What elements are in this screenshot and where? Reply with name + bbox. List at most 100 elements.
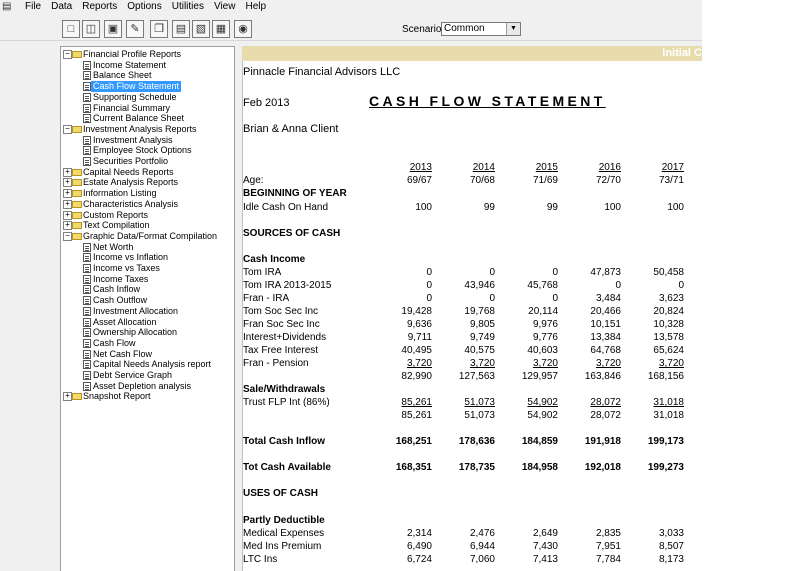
export-icon[interactable]: ▧ (192, 20, 210, 38)
table-cell: 9,711 (407, 332, 432, 343)
tree-item[interactable]: + Text Compilation (61, 220, 234, 231)
new-icon[interactable]: □ (62, 20, 80, 38)
tree-item[interactable]: Income vs Inflation (61, 252, 234, 263)
camera-icon[interactable]: ◉ (234, 20, 252, 38)
table-cell: 28,072 (590, 410, 621, 421)
tree-item-label: Net Cash Flow (93, 348, 153, 359)
tree-item[interactable]: − Financial Profile Reports (61, 49, 234, 60)
tree-item[interactable]: Investment Allocation (61, 306, 234, 317)
tree-item[interactable]: Financial Summary (61, 103, 234, 114)
table-cell: 40,495 (401, 345, 432, 356)
report-icon[interactable]: ▤ (172, 20, 190, 38)
document-icon (83, 253, 91, 263)
tree-item[interactable]: + Information Listing (61, 188, 234, 199)
row-label: Tom IRA (243, 267, 282, 278)
expand-icon[interactable]: + (63, 189, 72, 199)
table-cell: 199,273 (647, 462, 684, 473)
tree-item[interactable]: + Characteristics Analysis (61, 199, 234, 210)
table-cell: 28,072 (590, 397, 621, 408)
tree-item[interactable]: Income Statement (61, 60, 234, 71)
row-label: Total Cash Inflow (243, 436, 326, 447)
menu-data[interactable]: Data (46, 1, 77, 13)
table-cell: 7,784 (595, 554, 621, 565)
table-cell: 100 (415, 202, 432, 213)
table-cell: 54,902 (527, 410, 558, 421)
tree-item[interactable]: Income vs Taxes (61, 263, 234, 274)
table-cell: 9,749 (469, 332, 495, 343)
row-label: Idle Cash On Hand (243, 202, 329, 213)
document-icon (83, 371, 91, 380)
tree-item[interactable]: Securities Portfolio (61, 156, 234, 167)
tree-item[interactable]: Balance Sheet (61, 70, 234, 81)
app-icon[interactable]: ▤ (2, 1, 14, 12)
tree-item[interactable]: Employee Stock Options (61, 145, 234, 156)
save-icon[interactable]: ▣ (104, 20, 122, 38)
collapse-icon[interactable]: − (63, 50, 72, 59)
tree-item[interactable]: Investment Analysis (61, 135, 234, 146)
tree-item[interactable]: Supporting Schedule (61, 92, 234, 103)
toolbar: □ ◫ ▣ ✎ ❐ ▤ ▧ ▦ ◉ (0, 18, 702, 41)
table-cell: 40,603 (527, 345, 558, 356)
table-cell: 178,735 (458, 462, 495, 473)
expand-icon[interactable]: + (63, 178, 72, 188)
tree-item[interactable]: + Capital Needs Reports (61, 167, 234, 178)
chevron-down-icon[interactable]: ▼ (506, 23, 520, 35)
table-cell: 13,578 (653, 332, 684, 343)
tree-item[interactable]: Cash Flow Statement (61, 81, 234, 93)
table-cell: 64,768 (590, 345, 621, 356)
tree-item-label: Income vs Inflation (93, 252, 169, 263)
expand-icon[interactable]: + (63, 392, 72, 402)
age-cell: 71/69 (532, 175, 558, 186)
expand-icon[interactable]: + (63, 221, 72, 231)
expand-icon[interactable]: + (63, 167, 72, 177)
menu-options[interactable]: Options (122, 1, 166, 13)
menu-file[interactable]: File (20, 1, 46, 13)
collapse-icon[interactable]: − (63, 231, 72, 241)
tree-item-label: Capital Needs Analysis report (93, 359, 212, 370)
tree-item[interactable]: Ownership Allocation (61, 327, 234, 338)
tree-item[interactable]: + Estate Analysis Reports (61, 177, 234, 188)
preview-icon[interactable]: ▦ (212, 20, 230, 38)
tree-item[interactable]: Cash Flow (61, 338, 234, 349)
tree-item[interactable]: Net Worth (61, 242, 234, 253)
tree-item[interactable]: − Investment Analysis Reports (61, 124, 234, 135)
report-date: Feb 2013 (243, 97, 290, 109)
tree-item[interactable]: Asset Depletion analysis (61, 381, 234, 392)
menu-reports[interactable]: Reports (77, 1, 122, 13)
tree-item[interactable]: − Graphic Data/Format Compilation (61, 231, 234, 242)
document-icon (83, 135, 91, 145)
copy-icon[interactable]: ❐ (150, 20, 168, 38)
open-icon[interactable]: ◫ (82, 20, 100, 38)
tree-item-label: Graphic Data/Format Compilation (83, 230, 218, 241)
tree-item-label: Securities Portfolio (93, 156, 169, 166)
menu-view[interactable]: View (209, 1, 241, 13)
tree-item[interactable]: Cash Inflow (61, 284, 234, 295)
tree-item[interactable]: + Custom Reports (61, 210, 234, 221)
age-cell: 69/67 (406, 175, 432, 186)
table-cell: 85,261 (401, 397, 432, 408)
tree-item[interactable]: Net Cash Flow (61, 349, 234, 360)
tree-item[interactable]: + Snapshot Report (61, 391, 234, 402)
table-cell: 65,624 (653, 345, 684, 356)
edit-icon[interactable]: ✎ (126, 20, 144, 38)
scenario-select[interactable]: Common ▼ (441, 22, 521, 36)
tree-item[interactable]: Cash Outflow (61, 295, 234, 306)
menu-help[interactable]: Help (240, 1, 271, 13)
table-cell: 192,018 (584, 462, 621, 473)
report-tree[interactable]: − Financial Profile Reports Income Stateme… (60, 46, 235, 571)
table-cell: 0 (615, 280, 621, 291)
row-label: Interest+Dividends (243, 332, 327, 343)
tree-item[interactable]: Income Taxes (61, 274, 234, 285)
collapse-icon[interactable]: − (63, 124, 72, 134)
tree-item-label: Net Worth (93, 241, 134, 252)
expand-icon[interactable]: + (63, 210, 72, 220)
table-cell: 7,060 (469, 554, 495, 565)
tree-item[interactable]: Debt Service Graph (61, 370, 234, 381)
expand-icon[interactable]: + (63, 199, 72, 209)
menu-utilities[interactable]: Utilities (167, 1, 209, 13)
tree-item[interactable]: Current Balance Sheet (61, 113, 234, 124)
table-cell: 6,944 (469, 541, 495, 552)
tree-item[interactable]: Capital Needs Analysis report (61, 359, 234, 370)
table-cell: 3,720 (469, 358, 495, 369)
tree-item[interactable]: Asset Allocation (61, 317, 234, 328)
